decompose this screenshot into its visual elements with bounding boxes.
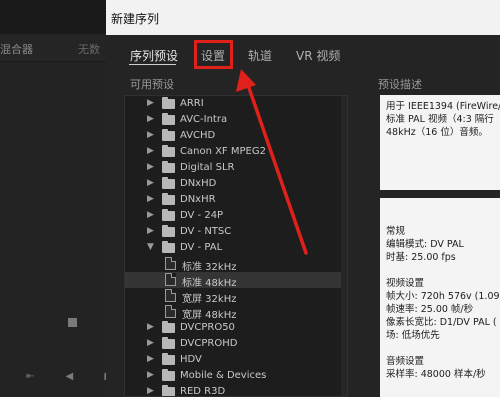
annotation-arrow <box>236 69 308 255</box>
